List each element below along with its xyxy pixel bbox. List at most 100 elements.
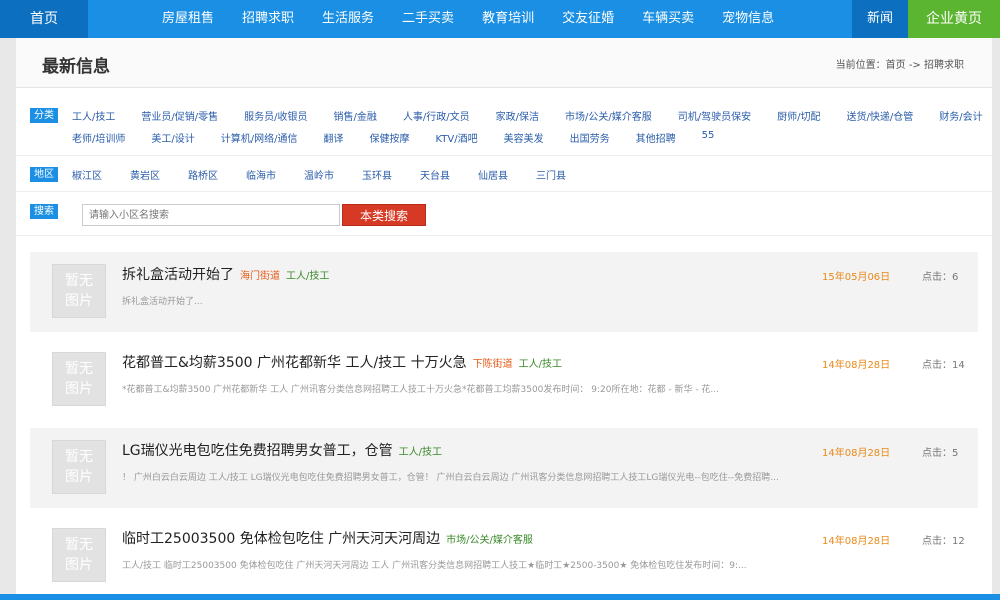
search-input[interactable] bbox=[82, 204, 340, 226]
category-filter: 分类 工人/技工 营业员/促销/零售 服务员/收银员 销售/金融 人事/行政/文… bbox=[16, 88, 992, 156]
nav-home[interactable]: 首页 bbox=[0, 0, 88, 38]
listing-date: 14年08月28日 bbox=[822, 360, 891, 371]
area-tag: 地区 bbox=[30, 167, 58, 182]
list-item[interactable]: 暂无 图片 花都普工&均薪3500 广州花都新华 工人/技工 十万火急 下陈街道工… bbox=[30, 340, 978, 420]
category-tag: 分类 bbox=[30, 108, 58, 123]
category-option[interactable]: 送货/快递/仓管 bbox=[847, 108, 914, 123]
thumb-text: 暂无 bbox=[65, 449, 93, 465]
area-option[interactable]: 黄岩区 bbox=[130, 167, 160, 182]
listing-category[interactable]: 工人/技工 bbox=[519, 359, 562, 370]
category-option[interactable]: 司机/驾驶员保安 bbox=[678, 108, 751, 123]
category-option[interactable]: 计算机/网络/通信 bbox=[221, 130, 298, 145]
category-option[interactable]: 美容美发 bbox=[504, 130, 544, 145]
listing-location[interactable]: 下陈街道 bbox=[473, 359, 513, 370]
category-option[interactable]: 销售/金融 bbox=[334, 108, 377, 123]
no-image-placeholder: 暂无 图片 bbox=[52, 440, 106, 494]
thumb-text: 图片 bbox=[65, 469, 93, 485]
area-option[interactable]: 温岭市 bbox=[304, 167, 334, 182]
no-image-placeholder: 暂无 图片 bbox=[52, 264, 106, 318]
listing-title[interactable]: LG瑞仪光电包吃住免费招聘男女普工，仓管 bbox=[122, 443, 393, 459]
listing-date: 14年08月28日 bbox=[822, 536, 891, 547]
category-option[interactable]: 人事/行政/文员 bbox=[403, 108, 470, 123]
category-option[interactable]: 厨师/切配 bbox=[777, 108, 820, 123]
page-title: 最新信息 bbox=[42, 57, 110, 77]
area-row: 椒江区 黄岩区 路桥区 临海市 温岭市 玉环县 天台县 仙居县 三门县 bbox=[72, 167, 566, 182]
thumb-text: 暂无 bbox=[65, 273, 93, 289]
nav-item-dating[interactable]: 交友征婚 bbox=[548, 0, 628, 38]
nav-corp-pages[interactable]: 企业黄页 bbox=[908, 0, 1000, 38]
category-option[interactable]: 55 bbox=[702, 130, 715, 145]
listing-desc: 拆礼盒活动开始了... bbox=[122, 297, 203, 307]
nav-menu: 房屋租售 招聘求职 生活服务 二手买卖 教育培训 交友征婚 车辆买卖 宠物信息 bbox=[148, 0, 788, 38]
nav-item-jobs[interactable]: 招聘求职 bbox=[228, 0, 308, 38]
category-option[interactable]: 服务员/收银员 bbox=[244, 108, 307, 123]
listing-clicks: 点击：6 bbox=[922, 272, 959, 283]
area-option[interactable]: 天台县 bbox=[420, 167, 450, 182]
title-bar: 最新信息 当前位置：首页 -> 招聘求职 bbox=[16, 38, 992, 88]
category-option[interactable]: 老师/培训师 bbox=[72, 130, 125, 145]
category-option[interactable]: 营业员/促销/零售 bbox=[141, 108, 218, 123]
area-option[interactable]: 三门县 bbox=[536, 167, 566, 182]
nav-item-house[interactable]: 房屋租售 bbox=[148, 0, 228, 38]
category-option[interactable]: 工人/技工 bbox=[72, 108, 115, 123]
category-option[interactable]: 其他招聘 bbox=[636, 130, 676, 145]
listing-title-row: 拆礼盒活动开始了 海门街道 工人/技工 bbox=[122, 264, 329, 284]
list-item[interactable]: 暂无 图片 LG瑞仪光电包吃住免费招聘男女普工，仓管 工人/技工 ！ 广州白云白云… bbox=[30, 428, 978, 508]
listing-category[interactable]: 工人/技工 bbox=[399, 447, 442, 458]
thumb-text: 图片 bbox=[65, 381, 93, 397]
listing-desc: *花都普工&均薪3500 广州花都新华 工人 广州讯客分类信息网招聘工人技工十万… bbox=[122, 385, 720, 395]
listing-title-row: LG瑞仪光电包吃住免费招聘男女普工，仓管 工人/技工 bbox=[122, 440, 442, 460]
listing-clicks: 点击：5 bbox=[922, 448, 959, 459]
thumb-text: 暂无 bbox=[65, 537, 93, 553]
area-option[interactable]: 临海市 bbox=[246, 167, 276, 182]
category-row-2: 老师/培训师 美工/设计 计算机/网络/通信 翻译 保健按摩 KTV/酒吧 美容… bbox=[72, 130, 714, 145]
listing-title-row: 临时工25003500 免体检包吃住 广州天河天河周边 市场/公关/媒介客服 bbox=[122, 528, 533, 548]
area-option[interactable]: 仙居县 bbox=[478, 167, 508, 182]
top-nav: 首页 房屋租售 招聘求职 生活服务 二手买卖 教育培训 交友征婚 车辆买卖 宠物… bbox=[0, 0, 1000, 38]
search-button[interactable]: 本类搜索 bbox=[342, 204, 426, 226]
listing-clicks: 点击：12 bbox=[922, 536, 965, 547]
nav-item-vehicles[interactable]: 车辆买卖 bbox=[628, 0, 708, 38]
listing-desc: 工人/技工 临时工25003500 免体检包吃住 广州天河天河周边 工人 广州讯… bbox=[122, 561, 747, 571]
area-option[interactable]: 路桥区 bbox=[188, 167, 218, 182]
area-filter: 地区 椒江区 黄岩区 路桥区 临海市 温岭市 玉环县 天台县 仙居县 三门县 bbox=[16, 156, 992, 192]
category-option[interactable]: 出国劳务 bbox=[570, 130, 610, 145]
listing-desc: ！ 广州白云白云周边 工人/技工 LG瑞仪光电包吃住免费招聘男女普工，仓管！ 广… bbox=[122, 473, 779, 483]
listing-title-row: 花都普工&均薪3500 广州花都新华 工人/技工 十万火急 下陈街道 工人/技工 bbox=[122, 352, 562, 372]
category-option[interactable]: 家政/保洁 bbox=[496, 108, 539, 123]
listing-date: 15年05月06日 bbox=[822, 272, 891, 283]
nav-item-education[interactable]: 教育培训 bbox=[468, 0, 548, 38]
list-item[interactable]: 暂无 图片 临时工25003500 免体检包吃住 广州天河天河周边 市场/公关/媒… bbox=[30, 516, 978, 596]
category-option[interactable]: 美工/设计 bbox=[151, 130, 194, 145]
nav-item-secondhand[interactable]: 二手买卖 bbox=[388, 0, 468, 38]
no-image-placeholder: 暂无 图片 bbox=[52, 528, 106, 582]
main-panel: 最新信息 当前位置：首页 -> 招聘求职 分类 工人/技工 营业员/促销/零售 … bbox=[16, 38, 992, 600]
bottom-bar bbox=[0, 594, 1000, 600]
listing-location[interactable]: 海门街道 bbox=[240, 271, 280, 282]
nav-news[interactable]: 新闻 bbox=[852, 0, 908, 38]
listing-title[interactable]: 临时工25003500 免体检包吃住 广州天河天河周边 bbox=[122, 531, 440, 547]
nav-item-life[interactable]: 生活服务 bbox=[308, 0, 388, 38]
no-image-placeholder: 暂无 图片 bbox=[52, 352, 106, 406]
area-option[interactable]: 椒江区 bbox=[72, 167, 102, 182]
breadcrumb: 当前位置：首页 -> 招聘求职 bbox=[835, 60, 964, 71]
listing-category[interactable]: 市场/公关/媒介客服 bbox=[446, 535, 533, 546]
category-row-1: 工人/技工 营业员/促销/零售 服务员/收银员 销售/金融 人事/行政/文员 家… bbox=[72, 108, 983, 123]
area-option[interactable]: 玉环县 bbox=[362, 167, 392, 182]
search-tag: 搜索 bbox=[30, 204, 58, 219]
thumb-text: 图片 bbox=[65, 557, 93, 573]
list-item[interactable]: 暂无 图片 拆礼盒活动开始了 海门街道 工人/技工 拆礼盒活动开始了... 15年0… bbox=[30, 252, 978, 332]
category-option[interactable]: 市场/公关/媒介客服 bbox=[565, 108, 652, 123]
listing-clicks: 点击：14 bbox=[922, 360, 965, 371]
category-option[interactable]: KTV/酒吧 bbox=[436, 130, 478, 145]
nav-item-pets[interactable]: 宠物信息 bbox=[708, 0, 788, 38]
listing-title[interactable]: 拆礼盒活动开始了 bbox=[122, 267, 234, 283]
category-option[interactable]: 财务/会计 bbox=[939, 108, 982, 123]
thumb-text: 图片 bbox=[65, 293, 93, 309]
category-option[interactable]: 翻译 bbox=[324, 130, 344, 145]
listing-date: 14年08月28日 bbox=[822, 448, 891, 459]
listing-title[interactable]: 花都普工&均薪3500 广州花都新华 工人/技工 十万火急 bbox=[122, 355, 467, 371]
category-option[interactable]: 保健按摩 bbox=[370, 130, 410, 145]
thumb-text: 暂无 bbox=[65, 361, 93, 377]
listing-category[interactable]: 工人/技工 bbox=[286, 271, 329, 282]
